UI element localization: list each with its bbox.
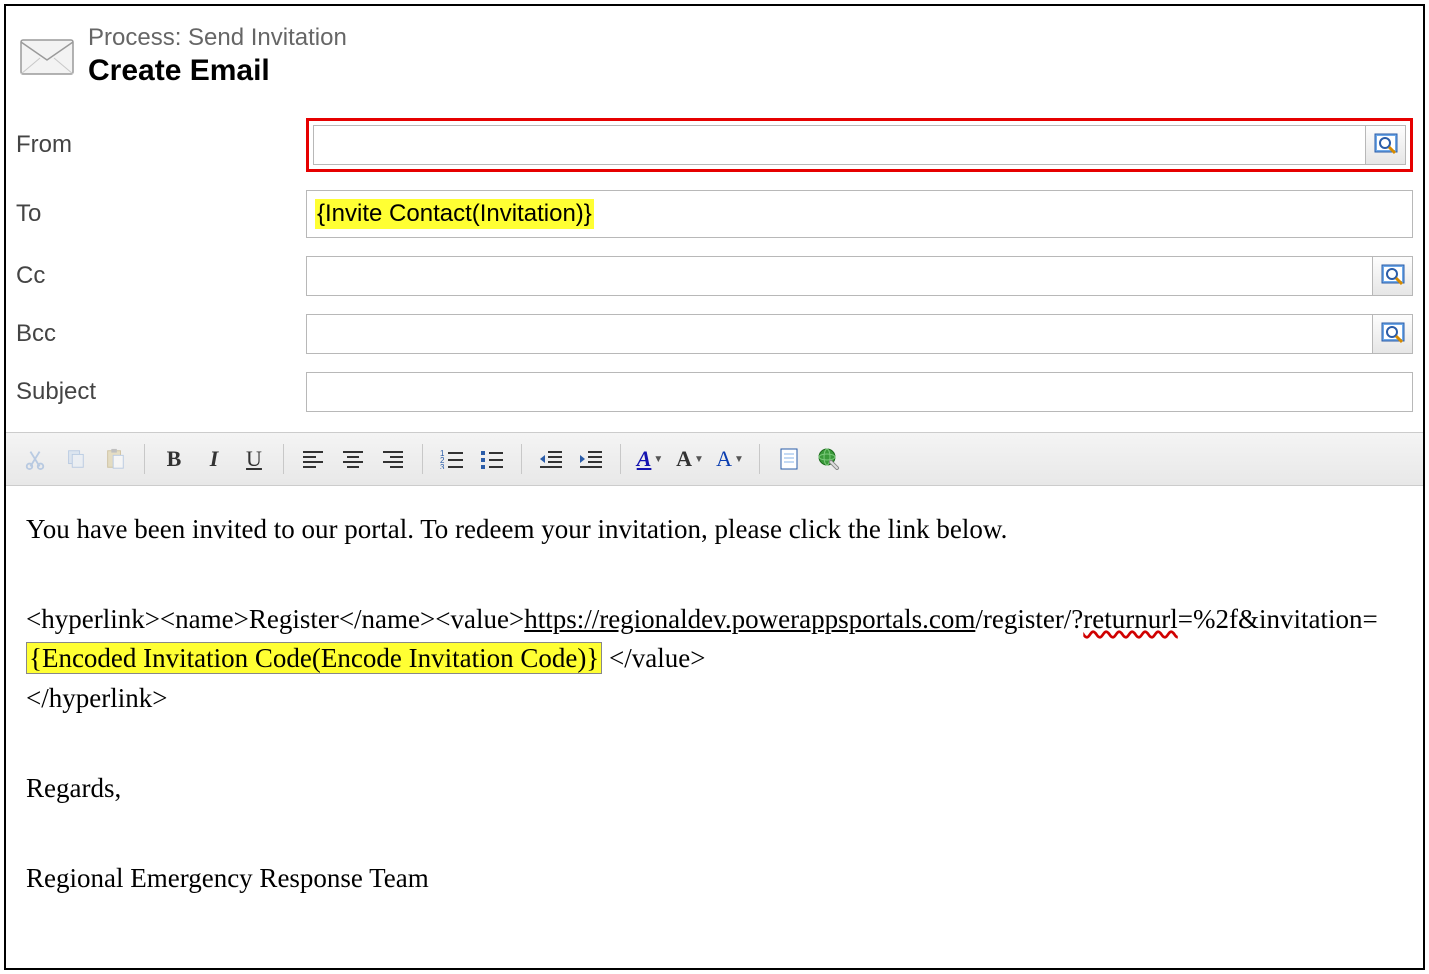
underline-button[interactable]: U [237,442,271,476]
align-left-button[interactable] [296,442,330,476]
font-size-glyph: A [676,446,692,472]
to-label: To [16,200,306,228]
body-blank-3 [26,814,1403,853]
scissors-icon [24,448,46,470]
bcc-input[interactable] [306,314,1373,354]
paste-button[interactable] [98,442,132,476]
outdent-icon [539,449,563,469]
from-input[interactable] [313,125,1366,165]
paste-icon [104,448,126,470]
header: Process: Send Invitation Create Email [6,6,1423,98]
hyperlink-url-host: https://regionaldev.powerappsportals.com [524,604,975,634]
align-center-icon [342,449,364,469]
align-left-icon [302,449,324,469]
body-hyperlink-block: <hyperlink><name>Register</name><value>h… [26,600,1403,717]
encoded-invitation-token: {Encoded Invitation Code(Encode Invitati… [26,642,602,674]
outdent-button[interactable] [534,442,568,476]
toolbar-separator [422,444,423,474]
indent-button[interactable] [574,442,608,476]
bold-button[interactable]: B [157,442,191,476]
cc-row: Cc [16,256,1413,296]
align-right-button[interactable] [376,442,410,476]
hyperlink-url-returnurl: returnurl [1083,604,1177,634]
toolbar-separator [144,444,145,474]
body-blank-2 [26,724,1403,763]
toolbar-separator [759,444,760,474]
lookup-icon [1374,133,1398,157]
hyperlink-open-tags: <hyperlink><name>Register</name><value> [26,604,524,634]
font-color-glyph: A [637,446,652,472]
bullet-list-button[interactable] [475,442,509,476]
cc-input[interactable] [306,256,1373,296]
font-face-glyph: A [716,446,732,472]
cc-lookup-button[interactable] [1373,256,1413,296]
cc-label: Cc [16,262,306,290]
hyperlink-url-query: =%2f&invitation= [1178,604,1378,634]
from-label: From [16,131,306,159]
lookup-icon [1381,322,1405,346]
indent-icon [579,449,603,469]
bcc-lookup-button[interactable] [1373,314,1413,354]
bcc-row: Bcc [16,314,1413,354]
chevron-down-icon: ▼ [734,454,744,465]
globe-link-icon [817,448,841,470]
body-regards: Regards, [26,769,1403,808]
hyperlink-close-tag: </hyperlink> [26,683,167,713]
align-center-button[interactable] [336,442,370,476]
chevron-down-icon: ▼ [694,454,704,465]
create-email-window: Process: Send Invitation Create Email Fr… [4,4,1425,970]
cut-button[interactable] [18,442,52,476]
font-size-button[interactable]: A▼ [673,442,707,476]
font-face-button[interactable]: A▼ [713,442,747,476]
copy-button[interactable] [58,442,92,476]
from-lookup-button[interactable] [1366,125,1406,165]
to-row: To {Invite Contact(Invitation)} [16,190,1413,238]
unordered-list-icon [480,449,504,469]
hyperlink-close-value: </value> [602,643,705,673]
to-input[interactable]: {Invite Contact(Invitation)} [306,190,1413,238]
insert-template-button[interactable] [772,442,806,476]
page-title: Create Email [88,54,347,88]
insert-hyperlink-button[interactable] [812,442,846,476]
subject-row: Subject [16,372,1413,412]
numbered-list-button[interactable]: 123 [435,442,469,476]
subject-input[interactable] [306,372,1413,412]
document-icon [779,448,799,470]
copy-icon [64,448,86,470]
from-highlight-box [306,118,1413,172]
toolbar-separator [620,444,621,474]
from-row: From [16,118,1413,172]
process-label: Process: Send Invitation [88,24,347,52]
body-signature: Regional Emergency Response Team [26,859,1403,898]
align-right-icon [382,449,404,469]
toolbar-separator [521,444,522,474]
bcc-label: Bcc [16,320,306,348]
email-form: From To {Invite Contact(Invitation)} [6,98,1423,412]
italic-button[interactable]: I [197,442,231,476]
editor-toolbar: B I U 123 A▼ A▼ [6,432,1423,486]
to-token: {Invite Contact(Invitation)} [315,199,594,229]
chevron-down-icon: ▼ [653,454,663,465]
lookup-icon [1381,264,1405,288]
subject-label: Subject [16,378,306,406]
body-blank-1 [26,555,1403,594]
email-body-editor[interactable]: You have been invited to our portal. To … [6,486,1423,928]
svg-text:3: 3 [440,463,445,469]
font-color-button[interactable]: A▼ [633,442,667,476]
hyperlink-url-path: /register/? [975,604,1083,634]
ordered-list-icon: 123 [440,449,464,469]
body-line-intro: You have been invited to our portal. To … [26,510,1403,549]
toolbar-separator [283,444,284,474]
envelope-icon [20,36,74,76]
